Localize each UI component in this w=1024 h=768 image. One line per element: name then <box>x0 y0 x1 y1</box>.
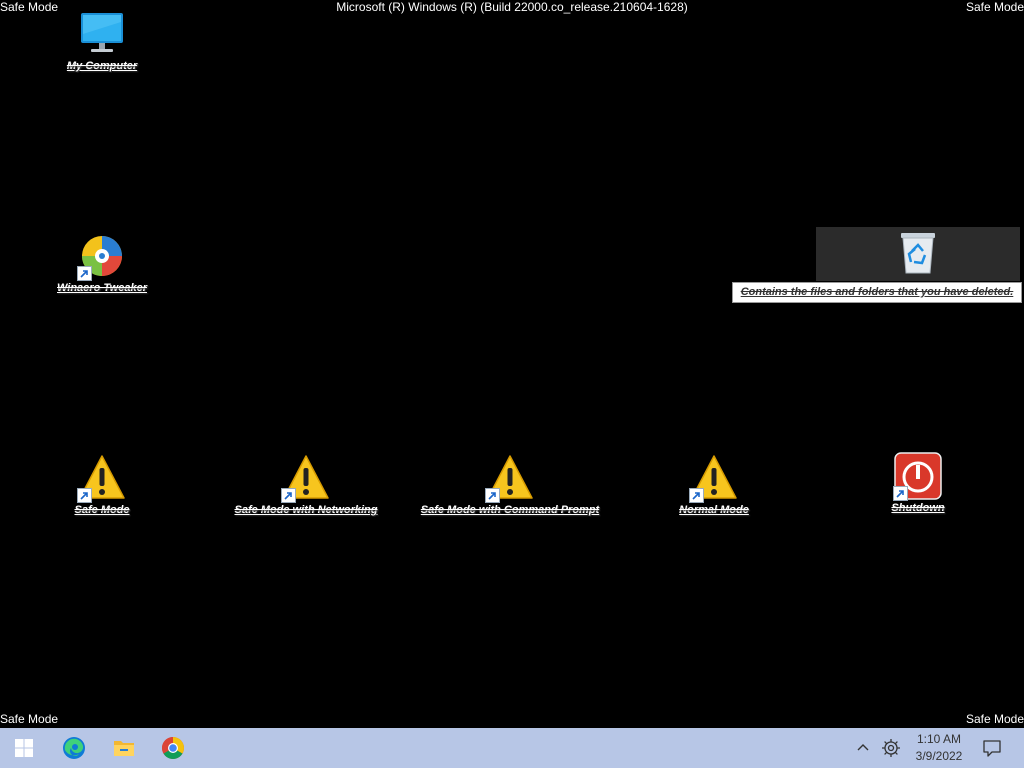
desktop-icon-label: My Computer <box>66 60 138 72</box>
safe-mode-label-bottom-right: Safe Mode <box>965 712 1024 726</box>
winaero-tweaker-icon <box>77 232 126 281</box>
desktop-icon-safe-mode-command-prompt[interactable]: Safe Mode with Command Prompt <box>415 454 605 524</box>
desktop-icon-winaero-tweaker[interactable]: Winaero Tweaker <box>7 232 197 302</box>
warning-icon <box>281 454 330 503</box>
clock-time: 1:10 AM <box>916 732 962 746</box>
desktop-icon-label: Safe Mode with Networking <box>234 504 378 516</box>
desktop-icon-shutdown[interactable]: Shutdown <box>823 452 1013 522</box>
desktop-icon-label: Normal Mode <box>679 504 749 516</box>
chevron-up-icon[interactable] <box>851 736 875 760</box>
taskbar-file-explorer-button[interactable] <box>104 728 144 768</box>
shortcut-arrow-icon <box>689 488 704 503</box>
warning-icon <box>689 454 738 503</box>
shortcut-arrow-icon <box>893 486 908 501</box>
windows-start-icon <box>15 739 33 757</box>
recycle-bin-tooltip: Contains the files and folders that you … <box>732 282 1022 303</box>
taskbar-edge-button[interactable] <box>54 728 94 768</box>
power-icon <box>893 452 942 501</box>
monitor-icon <box>78 10 126 58</box>
clock-date: 3/9/2022 <box>915 749 963 763</box>
desktop-icon-normal-mode[interactable]: Normal Mode <box>619 454 809 524</box>
file-explorer-icon <box>114 741 134 756</box>
chrome-icon <box>162 737 184 759</box>
desktop-icon-recycle-bin[interactable] <box>816 227 1020 281</box>
shortcut-arrow-icon <box>77 266 92 281</box>
warning-icon <box>77 454 126 503</box>
taskbar[interactable]: 1:10 AM 3/9/2022 <box>0 728 1024 768</box>
start-button[interactable] <box>4 728 44 768</box>
shortcut-arrow-icon <box>77 488 92 503</box>
desktop-icon-label: Shutdown <box>891 502 945 514</box>
desktop-icon-label: Safe Mode with Command Prompt <box>420 504 600 516</box>
warning-icon <box>485 454 534 503</box>
desktop-icon-safe-mode[interactable]: Safe Mode <box>7 454 197 524</box>
desktop-icon-safe-mode-networking[interactable]: Safe Mode with Networking <box>211 454 401 524</box>
gear-icon[interactable] <box>879 736 903 760</box>
recycle-bin-icon <box>898 231 938 275</box>
notification-icon[interactable] <box>980 736 1004 760</box>
desktop[interactable]: Safe Mode Safe Mode Microsoft (R) Window… <box>0 0 1024 728</box>
desktop-icon-label: Safe Mode <box>74 504 130 516</box>
shortcut-arrow-icon <box>485 488 500 503</box>
taskbar-chrome-button[interactable] <box>153 728 193 768</box>
edge-icon <box>63 737 85 759</box>
taskbar-clock[interactable]: 1:10 AM 3/9/2022 <box>906 731 972 765</box>
desktop-icon-my-computer[interactable]: My Computer <box>7 10 197 80</box>
safe-mode-label-bottom-left: Safe Mode <box>0 712 59 726</box>
desktop-icon-label: Winaero Tweaker <box>57 282 147 294</box>
shortcut-arrow-icon <box>281 488 296 503</box>
